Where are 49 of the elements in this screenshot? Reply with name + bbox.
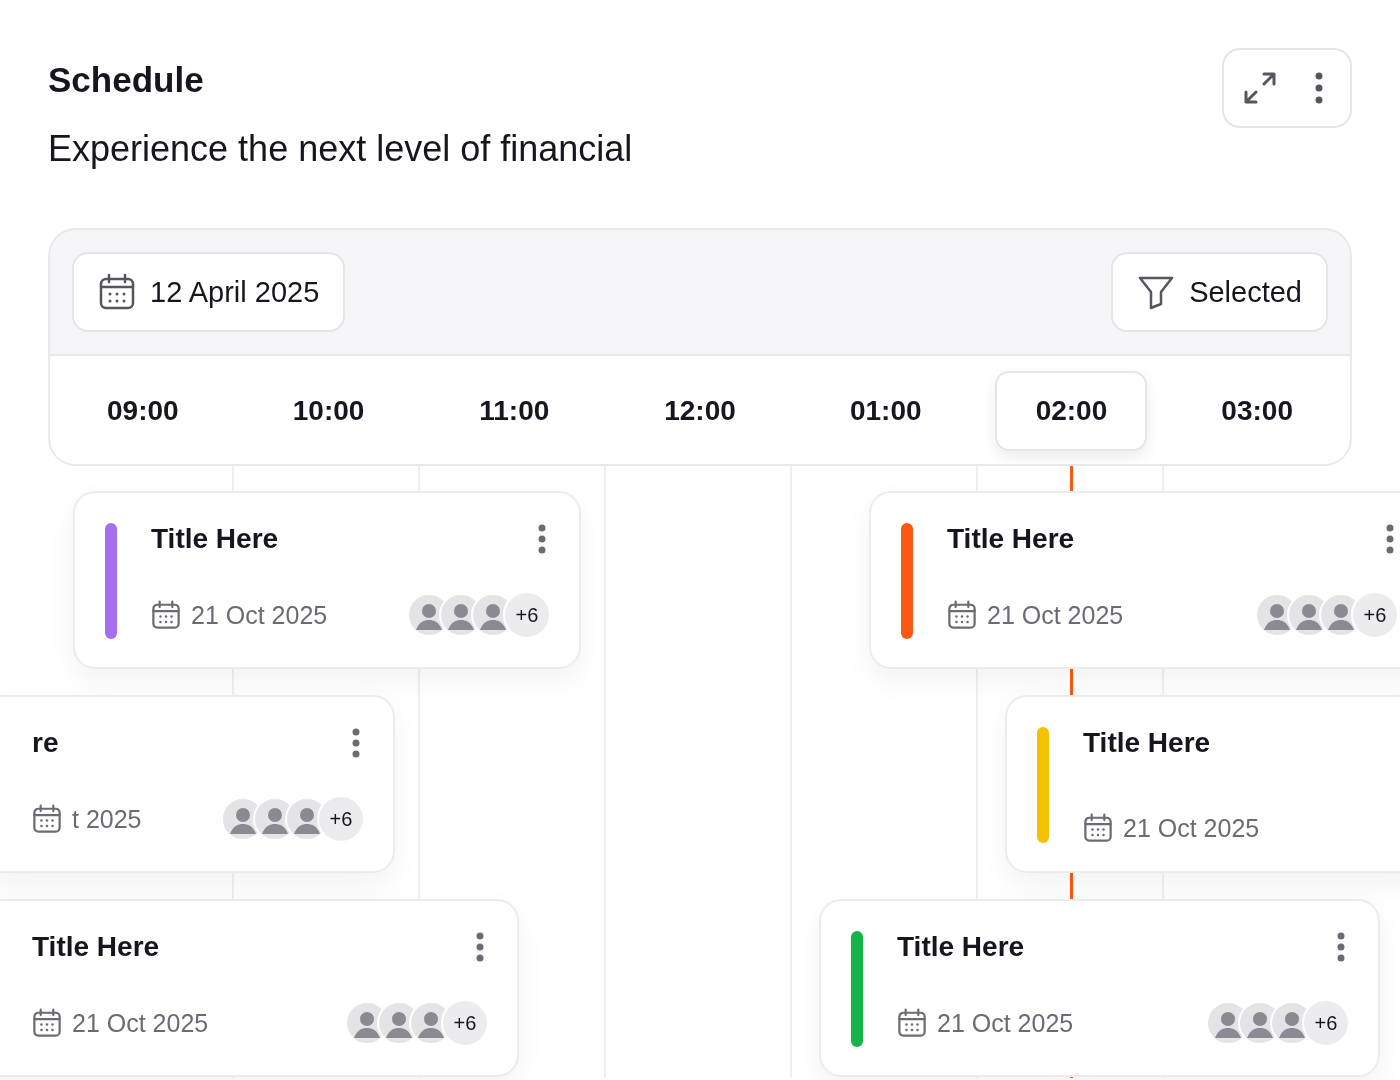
event-card[interactable]: Title Here 21 Oct 2025 +6 bbox=[73, 491, 581, 669]
event-date: t 2025 bbox=[72, 804, 142, 834]
more-count: +6 bbox=[1351, 591, 1399, 639]
date-picker-button[interactable]: 12 April 2025 bbox=[72, 252, 346, 332]
event-title: re bbox=[32, 727, 59, 759]
more-icon[interactable] bbox=[1336, 931, 1346, 963]
filter-button[interactable]: Selected bbox=[1111, 252, 1328, 332]
event-card[interactable]: Title Here 21 Oct 2025 bbox=[1005, 695, 1400, 873]
hour-tab[interactable]: 02:00 bbox=[995, 371, 1148, 451]
event-title: Title Here bbox=[947, 523, 1075, 555]
event-date: 21 Oct 2025 bbox=[72, 1008, 209, 1038]
event-date: 21 Oct 2025 bbox=[937, 1008, 1074, 1038]
more-count: +6 bbox=[441, 999, 489, 1047]
calendar-icon bbox=[897, 1008, 927, 1038]
hour-tab[interactable]: 09:00 bbox=[66, 371, 219, 451]
hour-tab[interactable]: 11:00 bbox=[438, 371, 591, 451]
event-title: Title Here bbox=[32, 931, 160, 963]
hour-tab[interactable]: 10:00 bbox=[252, 371, 405, 451]
more-icon[interactable] bbox=[537, 523, 547, 555]
more-button[interactable] bbox=[1314, 71, 1324, 105]
calendar-icon bbox=[98, 273, 136, 311]
event-title: Title Here bbox=[897, 931, 1025, 963]
calendar-icon bbox=[32, 804, 62, 834]
event-title: Title Here bbox=[1083, 727, 1211, 759]
calendar-icon bbox=[32, 1008, 62, 1038]
more-icon[interactable] bbox=[475, 931, 485, 963]
hour-tab[interactable]: 01:00 bbox=[809, 371, 962, 451]
event-card[interactable]: Title Here 21 Oct 2025 +6 bbox=[819, 899, 1380, 1077]
event-card[interactable]: Title Here 21 Oct 2025 +6 bbox=[0, 899, 519, 1077]
calendar-icon bbox=[1083, 813, 1113, 843]
event-card[interactable]: re t 2025 +6 bbox=[0, 695, 395, 873]
hour-tab[interactable]: 03:00 bbox=[1181, 371, 1334, 451]
more-count: +6 bbox=[503, 591, 551, 639]
calendar-icon bbox=[947, 600, 977, 630]
more-icon[interactable] bbox=[351, 727, 361, 759]
more-count: +6 bbox=[317, 795, 365, 843]
filter-icon bbox=[1137, 274, 1176, 310]
more-count: +6 bbox=[1302, 999, 1350, 1047]
more-icon bbox=[1314, 71, 1324, 105]
event-card[interactable]: Title Here 21 Oct 2025 +6 bbox=[869, 491, 1400, 669]
event-date: 21 Oct 2025 bbox=[191, 600, 328, 630]
hour-tab[interactable]: 12:00 bbox=[624, 371, 776, 451]
page-title: Schedule bbox=[48, 60, 205, 100]
event-title: Title Here bbox=[151, 523, 279, 555]
event-date: 21 Oct 2025 bbox=[1123, 813, 1260, 843]
calendar-icon bbox=[151, 600, 181, 630]
page-subtitle: Experience the next level of financial bbox=[48, 128, 633, 170]
event-date: 21 Oct 2025 bbox=[987, 600, 1124, 630]
more-icon[interactable] bbox=[1385, 523, 1395, 555]
